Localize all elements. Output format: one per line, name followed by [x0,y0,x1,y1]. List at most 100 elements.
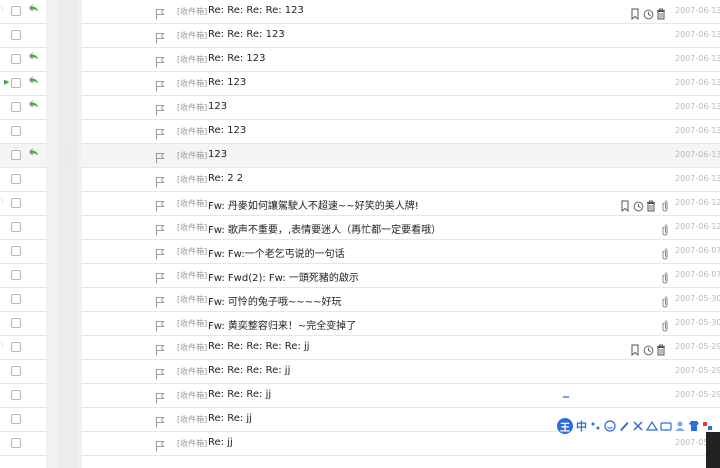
row-checkbox[interactable] [11,438,21,448]
mail-subject[interactable]: Re: Re: 123 [208,53,266,64]
mail-row[interactable]: [收件箱] 123 2007-06-13 [0,144,720,168]
delete-icon[interactable] [646,197,656,212]
mail-subject[interactable]: Fw: 可怜的兔子哦~~~~好玩 [208,293,341,308]
mail-subject[interactable]: Fw: 丹麥如何讓駕駛人不超速~~好笑的美人牌! [208,197,419,212]
drag-handle-icon[interactable]: ⁞ [1,6,4,17]
mail-subject[interactable]: 123 [208,101,227,112]
mail-row[interactable]: [收件箱] Fw: 歌声不重要，,表情要迷人（再忙都一定要看哦） 2007-06-1… [0,216,720,240]
menu-icon[interactable] [702,420,714,432]
punctuation-icon[interactable] [590,420,602,432]
ime-toolbar[interactable]: 王 中 [557,416,720,436]
flag-icon[interactable] [155,413,165,428]
delete-icon[interactable] [656,341,666,356]
flag-icon[interactable] [155,317,165,332]
mail-row[interactable]: ▶ [收件箱] Re: 123 2007-06-13 [0,72,720,96]
mail-date: 2007-06-12 [675,198,720,207]
bookmark-icon[interactable] [620,197,630,213]
row-checkbox[interactable] [11,198,21,208]
flag-icon[interactable] [155,341,165,356]
keyboard-icon[interactable] [660,420,672,432]
mail-subject[interactable]: Re: Re: Re: Re: Re: jj [208,341,310,352]
mail-subject[interactable]: Fw: Fw:一个老乞丐说的一句话 [208,245,345,260]
flag-icon[interactable] [155,77,165,92]
delete-icon[interactable] [656,5,666,20]
clock-icon[interactable] [643,341,654,356]
row-checkbox[interactable] [11,54,21,64]
skin-icon[interactable] [646,420,658,432]
mail-subject[interactable]: Re: 2 2 [208,173,243,184]
mail-subject[interactable]: Re: Re: jj [208,413,252,424]
mail-row[interactable]: [收件箱] 123 2007-06-13 [0,96,720,120]
flag-icon[interactable] [155,173,165,188]
row-checkbox[interactable] [11,174,21,184]
ime-logo-icon[interactable]: 王 [557,418,573,434]
mail-subject[interactable]: Fw: 歌声不重要，,表情要迷人（再忙都一定要看哦） [208,221,441,236]
user-icon[interactable] [674,420,686,432]
flag-icon[interactable] [155,5,165,20]
clock-icon[interactable] [633,197,644,212]
flag-icon[interactable] [155,365,165,380]
handwriting-icon[interactable] [618,420,630,432]
mail-row[interactable]: ⁞ [收件箱] Fw: 丹麥如何讓駕駛人不超速~~好笑的美人牌! 2007-06-12 [0,192,720,216]
row-checkbox[interactable] [11,366,21,376]
drag-handle-icon[interactable]: ⁞ [1,198,4,209]
mail-row[interactable]: ⁞ [收件箱] Re: Re: Re: Re: 123 2007-06-13 [0,0,720,24]
row-checkbox[interactable] [11,414,21,424]
mail-row[interactable]: [收件箱] Re: 2 2 2007-06-13 [0,168,720,192]
ime-language-toggle[interactable]: 中 [576,418,587,434]
row-checkbox[interactable] [11,78,21,88]
flag-icon[interactable] [155,221,165,236]
row-checkbox[interactable] [11,342,21,352]
mail-subject[interactable]: Re: 123 [208,77,246,88]
flag-icon[interactable] [155,389,165,404]
row-checkbox[interactable] [11,6,21,16]
row-checkbox[interactable] [11,150,21,160]
mail-row[interactable]: [收件箱] Fw: 可怜的兔子哦~~~~好玩 2007-05-30 [0,288,720,312]
mail-subject[interactable]: Fw: 黄奕整容归来！~完全变掉了 [208,317,356,332]
mail-subject[interactable]: Fw: Fwd(2): Fw: 一頭死豬的啟示 [208,269,359,284]
clock-icon[interactable] [643,5,654,20]
mail-subject[interactable]: Re: jj [208,437,233,448]
mail-subject[interactable]: Re: Re: Re: Re: 123 [208,5,304,16]
flag-icon[interactable] [155,125,165,140]
row-checkbox[interactable] [11,390,21,400]
mail-row[interactable]: [收件箱] Fw: 黄奕整容归来！~完全变掉了 2007-05-30 [0,312,720,336]
row-checkbox[interactable] [11,102,21,112]
mail-row[interactable]: [收件箱] Re: Re: 123 2007-06-13 [0,48,720,72]
flag-icon[interactable] [155,293,165,308]
shirt-icon[interactable] [688,420,700,432]
mail-date: 2007-05-29 [675,342,720,351]
mail-subject[interactable]: Re: 123 [208,125,246,136]
toolbox-icon[interactable] [632,420,644,432]
row-checkbox[interactable] [11,222,21,232]
mail-subject[interactable]: Re: Re: Re: Re: jj [208,365,290,376]
mail-row[interactable]: [收件箱] Re: Re: Re: jj 2007-05-29 [0,384,720,408]
row-checkbox[interactable] [11,246,21,256]
flag-icon[interactable] [155,269,165,284]
mail-row[interactable]: [收件箱] Fw: Fw:一个老乞丐说的一句话 2007-06-07 [0,240,720,264]
bookmark-icon[interactable] [630,5,640,21]
flag-icon[interactable] [155,437,165,452]
bookmark-icon[interactable] [630,341,640,357]
mail-row[interactable]: [收件箱] Re: Re: Re: 123 2007-06-13 [0,24,720,48]
mail-subject[interactable]: 123 [208,149,227,160]
mail-subject[interactable]: Re: Re: Re: jj [208,389,271,400]
row-checkbox[interactable] [11,294,21,304]
flag-icon[interactable] [155,245,165,260]
row-checkbox[interactable] [11,318,21,328]
mail-row[interactable]: [收件箱] Fw: Fwd(2): Fw: 一頭死豬的啟示 2007-06-07 [0,264,720,288]
row-checkbox[interactable] [11,270,21,280]
flag-icon[interactable] [155,53,165,68]
flag-icon[interactable] [155,29,165,44]
emoji-icon[interactable] [604,420,616,432]
mail-row[interactable]: ⁞ [收件箱] Re: Re: Re: Re: Re: jj 2007-05-29 [0,336,720,360]
flag-icon[interactable] [155,197,165,212]
drag-handle-icon[interactable]: ⁞ [1,342,4,353]
mail-subject[interactable]: Re: Re: Re: 123 [208,29,285,40]
mail-row[interactable]: [收件箱] Re: Re: Re: Re: jj 2007-05-29 [0,360,720,384]
flag-icon[interactable] [155,101,165,116]
row-checkbox[interactable] [11,30,21,40]
row-checkbox[interactable] [11,126,21,136]
mail-row[interactable]: [收件箱] Re: 123 2007-06-13 [0,120,720,144]
flag-icon[interactable] [155,149,165,164]
